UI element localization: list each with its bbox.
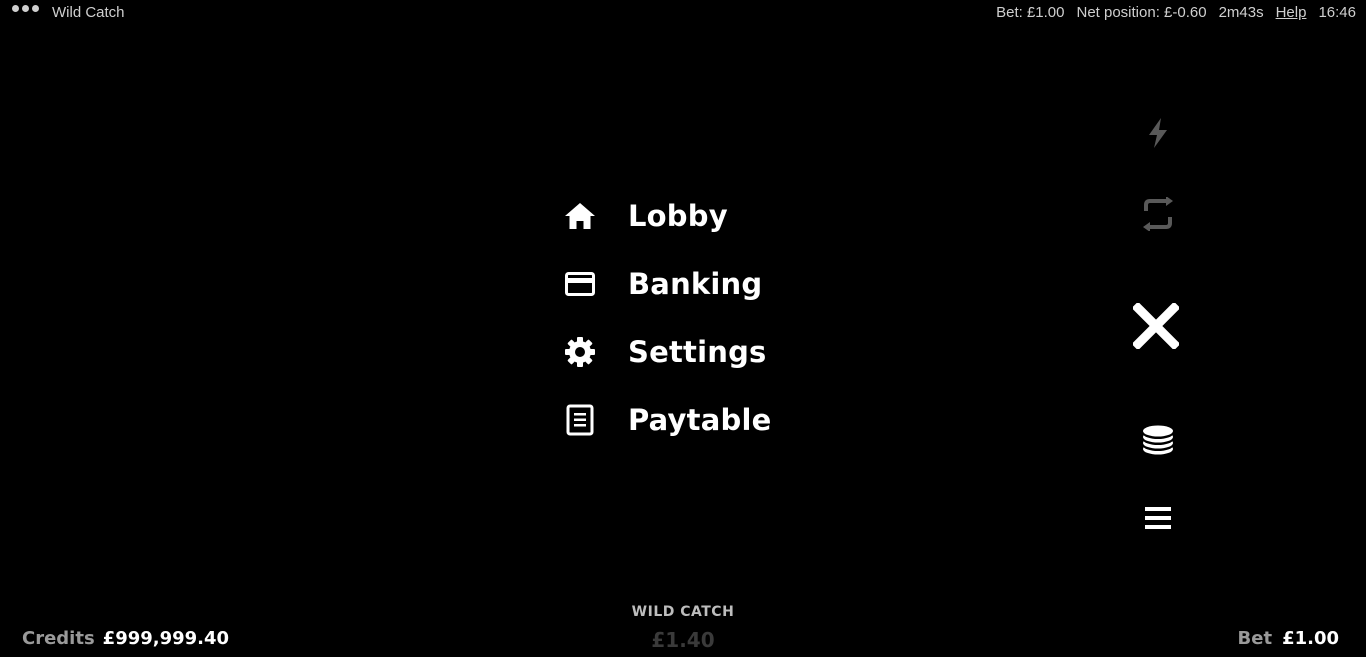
menu-item-paytable[interactable]: Paytable xyxy=(560,386,771,454)
close-menu-button[interactable] xyxy=(1130,300,1182,352)
win-amount: £1.40 xyxy=(651,628,715,652)
autoplay-button[interactable] xyxy=(1136,194,1180,234)
game-screen: Wild Catch Bet: £1.00 Net position: £-0.… xyxy=(0,0,1366,657)
bet-label: Bet xyxy=(1237,628,1273,649)
bet-display: Bet £1.00 xyxy=(1238,628,1339,649)
clock: 16:46 xyxy=(1318,4,1356,21)
game-menu: Lobby Banking Settings Paytable xyxy=(560,182,771,454)
hamburger-menu-button[interactable] xyxy=(1138,498,1178,538)
lightning-icon xyxy=(1149,118,1167,148)
gear-icon xyxy=(560,332,600,372)
game-name: WILD CATCH xyxy=(631,604,735,620)
help-link[interactable]: Help xyxy=(1276,4,1307,21)
card-icon xyxy=(560,264,600,304)
menu-item-settings[interactable]: Settings xyxy=(560,318,771,386)
top-bar: Wild Catch Bet: £1.00 Net position: £-0.… xyxy=(0,0,1366,26)
game-title: Wild Catch xyxy=(52,4,125,21)
menu-item-banking[interactable]: Banking xyxy=(560,250,771,318)
menu-label-settings: Settings xyxy=(628,335,767,369)
coins-icon xyxy=(1143,425,1173,455)
document-icon xyxy=(560,400,600,440)
net-position: Net position: £-0.60 xyxy=(1076,4,1207,21)
menu-label-banking: Banking xyxy=(628,267,763,301)
menu-item-lobby[interactable]: Lobby xyxy=(560,182,771,250)
more-dots-icon[interactable] xyxy=(12,5,39,12)
bet-button[interactable] xyxy=(1138,420,1178,460)
menu-label-paytable: Paytable xyxy=(628,403,772,437)
home-icon xyxy=(560,196,600,236)
bet-info: Bet: £1.00 xyxy=(996,4,1065,21)
bet-value: £1.00 xyxy=(1282,628,1339,649)
menu-label-lobby: Lobby xyxy=(628,199,728,233)
close-icon xyxy=(1133,303,1179,349)
autoplay-icon xyxy=(1143,197,1173,231)
session-timer: 2m43s xyxy=(1218,4,1264,21)
hamburger-icon xyxy=(1145,507,1171,529)
session-info: Bet: £1.00 Net position: £-0.60 2m43s He… xyxy=(996,4,1356,21)
turbo-button[interactable] xyxy=(1138,113,1178,153)
